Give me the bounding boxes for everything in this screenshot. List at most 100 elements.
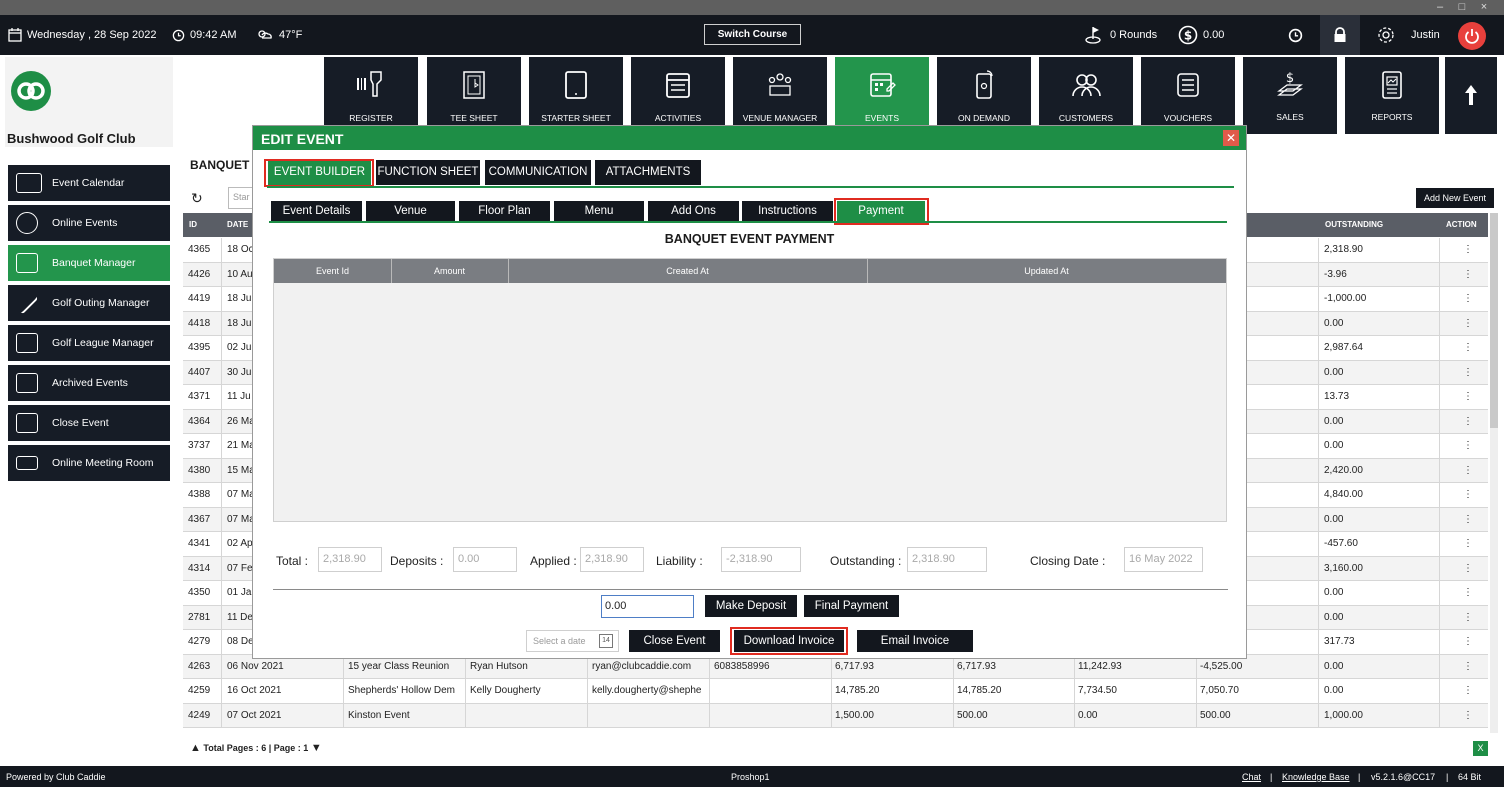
- knowledge-base-link[interactable]: Knowledge Base: [1282, 772, 1350, 782]
- action-menu-icon[interactable]: ⋮: [1463, 587, 1473, 598]
- action-menu-icon[interactable]: ⋮: [1463, 612, 1473, 623]
- tab-function-sheet[interactable]: FUNCTION SHEET: [376, 160, 480, 185]
- scroll-up-button[interactable]: [1445, 57, 1497, 134]
- action-menu-icon[interactable]: ⋮: [1463, 514, 1473, 525]
- action-menu-icon[interactable]: ⋮: [1463, 416, 1473, 427]
- sidebar-item-golf-outing-manager[interactable]: Golf Outing Manager: [8, 285, 170, 321]
- subtab-add-ons[interactable]: Add Ons: [648, 201, 739, 221]
- action-menu-icon[interactable]: ⋮: [1463, 342, 1473, 353]
- lock-button[interactable]: [1320, 15, 1360, 55]
- nav-reports-label: REPORTS: [1371, 112, 1413, 122]
- action-menu-icon[interactable]: ⋮: [1463, 367, 1473, 378]
- scanner-icon: [357, 71, 382, 97]
- sidebar-item-banquet-manager[interactable]: Banquet Manager: [8, 245, 170, 281]
- excel-export-icon[interactable]: X: [1473, 741, 1488, 756]
- action-menu-icon[interactable]: ⋮: [1463, 269, 1473, 280]
- modal-divider: [273, 589, 1228, 590]
- email-invoice-button[interactable]: Email Invoice: [857, 630, 973, 652]
- sidebar-item-golf-league-manager[interactable]: Golf League Manager: [8, 325, 170, 361]
- sidebar-item-archived-events[interactable]: Archived Events: [8, 365, 170, 401]
- modal-close-icon[interactable]: ✕: [1223, 130, 1239, 146]
- action-menu-icon[interactable]: ⋮: [1463, 636, 1473, 647]
- action-menu-icon[interactable]: ⋮: [1463, 465, 1473, 476]
- nav-venue-manager[interactable]: VENUE MANAGER: [733, 57, 827, 134]
- sidebar-item-online-meeting-room[interactable]: Online Meeting Room: [8, 445, 170, 481]
- cell-outstanding: -3.96: [1324, 268, 1347, 280]
- pagination: ▲ Total Pages : 6 | Page : 1 ▼: [190, 742, 322, 754]
- subtab-venue[interactable]: Venue: [366, 201, 455, 221]
- table-row[interactable]: 4249 07 Oct 2021 Kinston Event 1,500.00 500.…: [183, 703, 1488, 728]
- switch-course-button[interactable]: Switch Course: [704, 24, 801, 45]
- nav-reports[interactable]: REPORTS: [1345, 57, 1439, 134]
- cell-amount-1: 1,500.00: [835, 709, 874, 721]
- table-row[interactable]: 4263 06 Nov 2021 15 year Class Reunion Ryan…: [183, 654, 1488, 679]
- liability-field: -2,318.90: [721, 547, 801, 572]
- next-page-icon[interactable]: ▼: [311, 742, 322, 754]
- add-new-event-button[interactable]: Add New Event: [1416, 188, 1494, 208]
- settings-button[interactable]: [1377, 15, 1395, 55]
- action-menu-icon[interactable]: ⋮: [1463, 440, 1473, 451]
- nav-on-demand[interactable]: ON DEMAND: [937, 57, 1031, 134]
- prev-page-icon[interactable]: ▲: [190, 742, 201, 754]
- user-name[interactable]: Justin: [1411, 15, 1440, 55]
- make-deposit-button[interactable]: Make Deposit: [705, 595, 797, 617]
- deposit-amount-input[interactable]: 0.00: [601, 595, 694, 618]
- col-created-at: Created At: [666, 266, 709, 276]
- refresh-icon[interactable]: ↻: [191, 190, 203, 207]
- cell-id: 4418: [188, 317, 211, 329]
- scrollbar-thumb[interactable]: [1490, 213, 1498, 428]
- action-menu-icon[interactable]: ⋮: [1463, 318, 1473, 329]
- golf-flag-icon: [1085, 27, 1101, 44]
- total-label: Total :: [276, 554, 309, 568]
- minimize-button[interactable]: –: [1430, 0, 1450, 15]
- col-outstanding: OUTSTANDING: [1325, 220, 1384, 229]
- nav-register[interactable]: REGISTER: [324, 57, 418, 134]
- action-menu-icon[interactable]: ⋮: [1463, 538, 1473, 549]
- table-row[interactable]: 4259 16 Oct 2021 Shepherds' Hollow Dem Kell…: [183, 679, 1488, 704]
- sidebar-item-label: Online Meeting Room: [52, 457, 154, 469]
- cell-amount-2: 14,785.20: [957, 685, 1002, 696]
- subtab-menu[interactable]: Menu: [554, 201, 644, 221]
- action-menu-icon[interactable]: ⋮: [1463, 661, 1473, 672]
- cell-outstanding: 0.00: [1324, 611, 1344, 623]
- subtab-instructions[interactable]: Instructions: [742, 201, 833, 221]
- nav-activities[interactable]: ACTIVITIES: [631, 57, 725, 134]
- tab-communication[interactable]: COMMUNICATION: [485, 160, 591, 185]
- cell-contact: Kelly Dougherty: [470, 685, 541, 696]
- rounds-display[interactable]: 0 Rounds: [1085, 15, 1157, 55]
- action-menu-icon[interactable]: ⋮: [1463, 563, 1473, 574]
- maximize-button[interactable]: □: [1452, 0, 1472, 15]
- close-event-button[interactable]: Close Event: [629, 630, 720, 652]
- history-button[interactable]: [1288, 15, 1303, 55]
- action-menu-icon[interactable]: ⋮: [1463, 293, 1473, 304]
- nav-customers[interactable]: CUSTOMERS: [1039, 57, 1133, 134]
- action-menu-icon[interactable]: ⋮: [1463, 489, 1473, 500]
- nav-events[interactable]: EVENTS: [835, 57, 929, 134]
- sidebar-item-close-event[interactable]: Close Event: [8, 405, 170, 441]
- action-menu-icon[interactable]: ⋮: [1463, 244, 1473, 255]
- nav-sales[interactable]: $ SALES: [1243, 57, 1337, 134]
- final-payment-button[interactable]: Final Payment: [804, 595, 899, 617]
- cell-outstanding: 2,420.00: [1324, 464, 1363, 476]
- close-date-picker[interactable]: Select a date 14: [526, 630, 619, 652]
- action-menu-icon[interactable]: ⋮: [1463, 710, 1473, 721]
- table-scrollbar[interactable]: [1490, 213, 1498, 733]
- subtab-event-details[interactable]: Event Details: [271, 201, 362, 221]
- action-menu-icon[interactable]: ⋮: [1463, 391, 1473, 402]
- nav-vouchers[interactable]: VOUCHERS: [1141, 57, 1235, 134]
- tab-attachments[interactable]: ATTACHMENTS: [595, 160, 701, 185]
- globe-icon: [16, 212, 38, 234]
- nav-starter-sheet[interactable]: STARTER SHEET: [529, 57, 623, 134]
- chat-link[interactable]: Chat: [1242, 772, 1261, 782]
- venue-icon: [768, 73, 792, 96]
- window-close-button[interactable]: ×: [1474, 0, 1494, 15]
- action-menu-icon[interactable]: ⋮: [1463, 685, 1473, 696]
- sidebar-item-event-calendar[interactable]: Event Calendar: [8, 165, 170, 201]
- cell-date: 16 Oct 2021: [227, 685, 282, 696]
- calendar-icon[interactable]: 14: [599, 634, 613, 648]
- balance-display[interactable]: $ 0.00: [1178, 15, 1224, 55]
- subtab-floor-plan[interactable]: Floor Plan: [459, 201, 550, 221]
- power-button[interactable]: [1458, 22, 1486, 50]
- nav-tee-sheet[interactable]: TEE SHEET: [427, 57, 521, 134]
- sidebar-item-online-events[interactable]: Online Events: [8, 205, 170, 241]
